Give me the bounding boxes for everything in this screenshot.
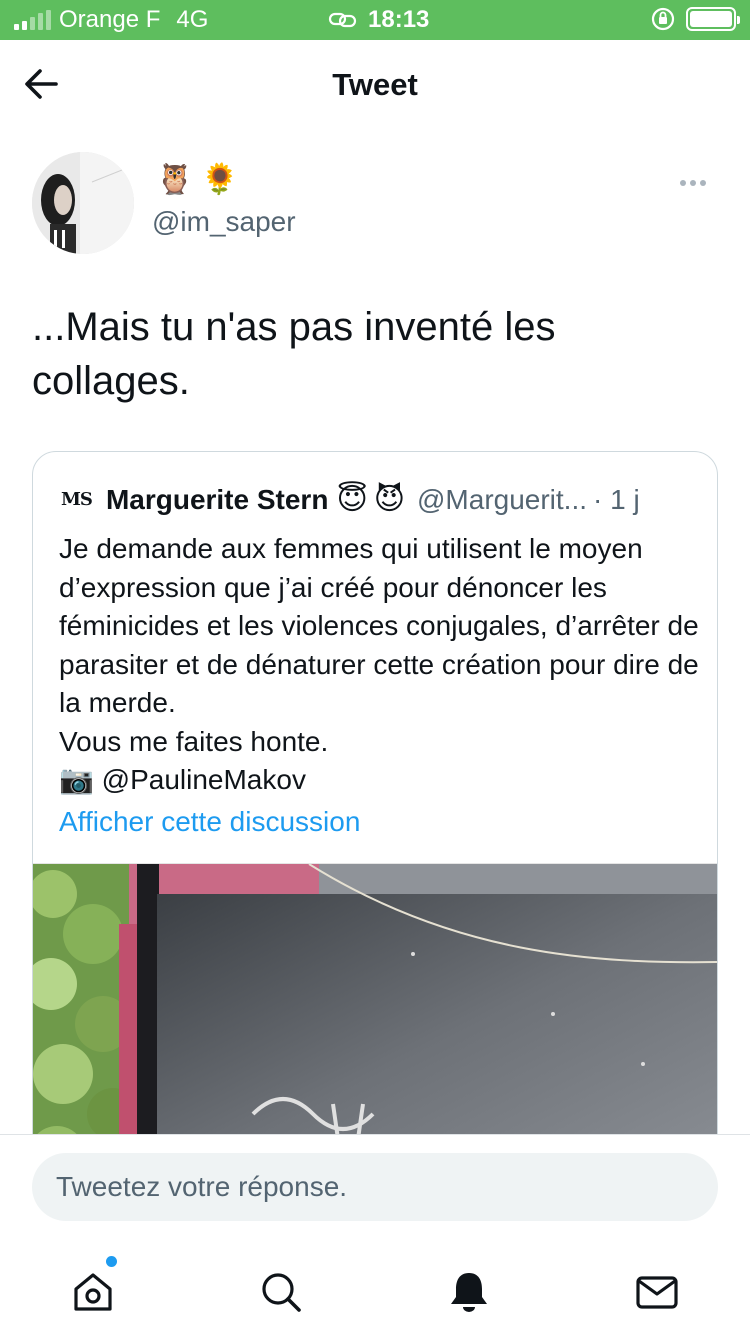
bottom-tab-bar [0, 1244, 750, 1334]
reply-input[interactable] [32, 1153, 718, 1221]
quoted-author-handle: @Marguerit... [417, 483, 588, 515]
avatar-photo-icon [32, 152, 134, 254]
reply-bar [0, 1134, 750, 1244]
quoted-tweet-image[interactable] [33, 863, 717, 1170]
status-bar-center: 18:13 [328, 6, 429, 34]
notifications-icon [451, 1273, 487, 1312]
tweet-text: ...Mais tu n'as pas inventé les collages… [32, 305, 556, 403]
clock: 18:13 [368, 6, 430, 33]
more-dots-icon [680, 180, 686, 186]
network-type: 4G [176, 6, 209, 33]
signal-icon [14, 10, 51, 30]
quoted-tweet-text: Je demande aux femmes qui utilisent le m… [59, 533, 699, 795]
link-icon [328, 12, 357, 28]
tab-search[interactable] [251, 1262, 311, 1322]
status-bar-right [650, 6, 740, 32]
quoted-author-name: Marguerite Stern [105, 483, 329, 515]
tab-notifications[interactable] [439, 1262, 499, 1322]
quoted-tweet-card[interactable]: MS Marguerite Stern 😇 😈 @Marguerit... · … [32, 451, 718, 1171]
avatar[interactable] [32, 152, 134, 254]
new-content-dot [106, 1256, 117, 1267]
author-handle[interactable]: @im_saper [152, 206, 296, 238]
messages-icon [636, 1276, 678, 1309]
quoted-timestamp: · 1 j [593, 483, 640, 515]
status-bar-left: Orange F 4G [14, 6, 208, 34]
devil-emoji: 😈 [373, 483, 405, 516]
more-options-button[interactable] [680, 168, 720, 198]
top-nav: Tweet [0, 40, 750, 130]
search-icon [262, 1273, 301, 1312]
show-thread-link[interactable]: Afficher cette discussion [59, 806, 360, 838]
status-bar: Orange F 4G 18:13 [0, 0, 750, 40]
carrier-name: Orange F [59, 6, 161, 33]
orientation-lock-icon [651, 7, 675, 31]
page-title: Tweet [332, 67, 418, 102]
tab-home[interactable] [63, 1256, 123, 1322]
tab-messages[interactable] [627, 1262, 687, 1322]
battery-icon [686, 7, 740, 31]
halo-emoji: 😇 [336, 483, 368, 516]
quoted-avatar-logo: MS [61, 489, 93, 510]
quoted-tweet-header: MS Marguerite Stern 😇 😈 @Marguerit... · … [61, 482, 640, 517]
home-icon [74, 1273, 112, 1311]
photo-image [33, 864, 717, 1170]
author-display-name[interactable]: 🦉🌻 [156, 162, 247, 197]
